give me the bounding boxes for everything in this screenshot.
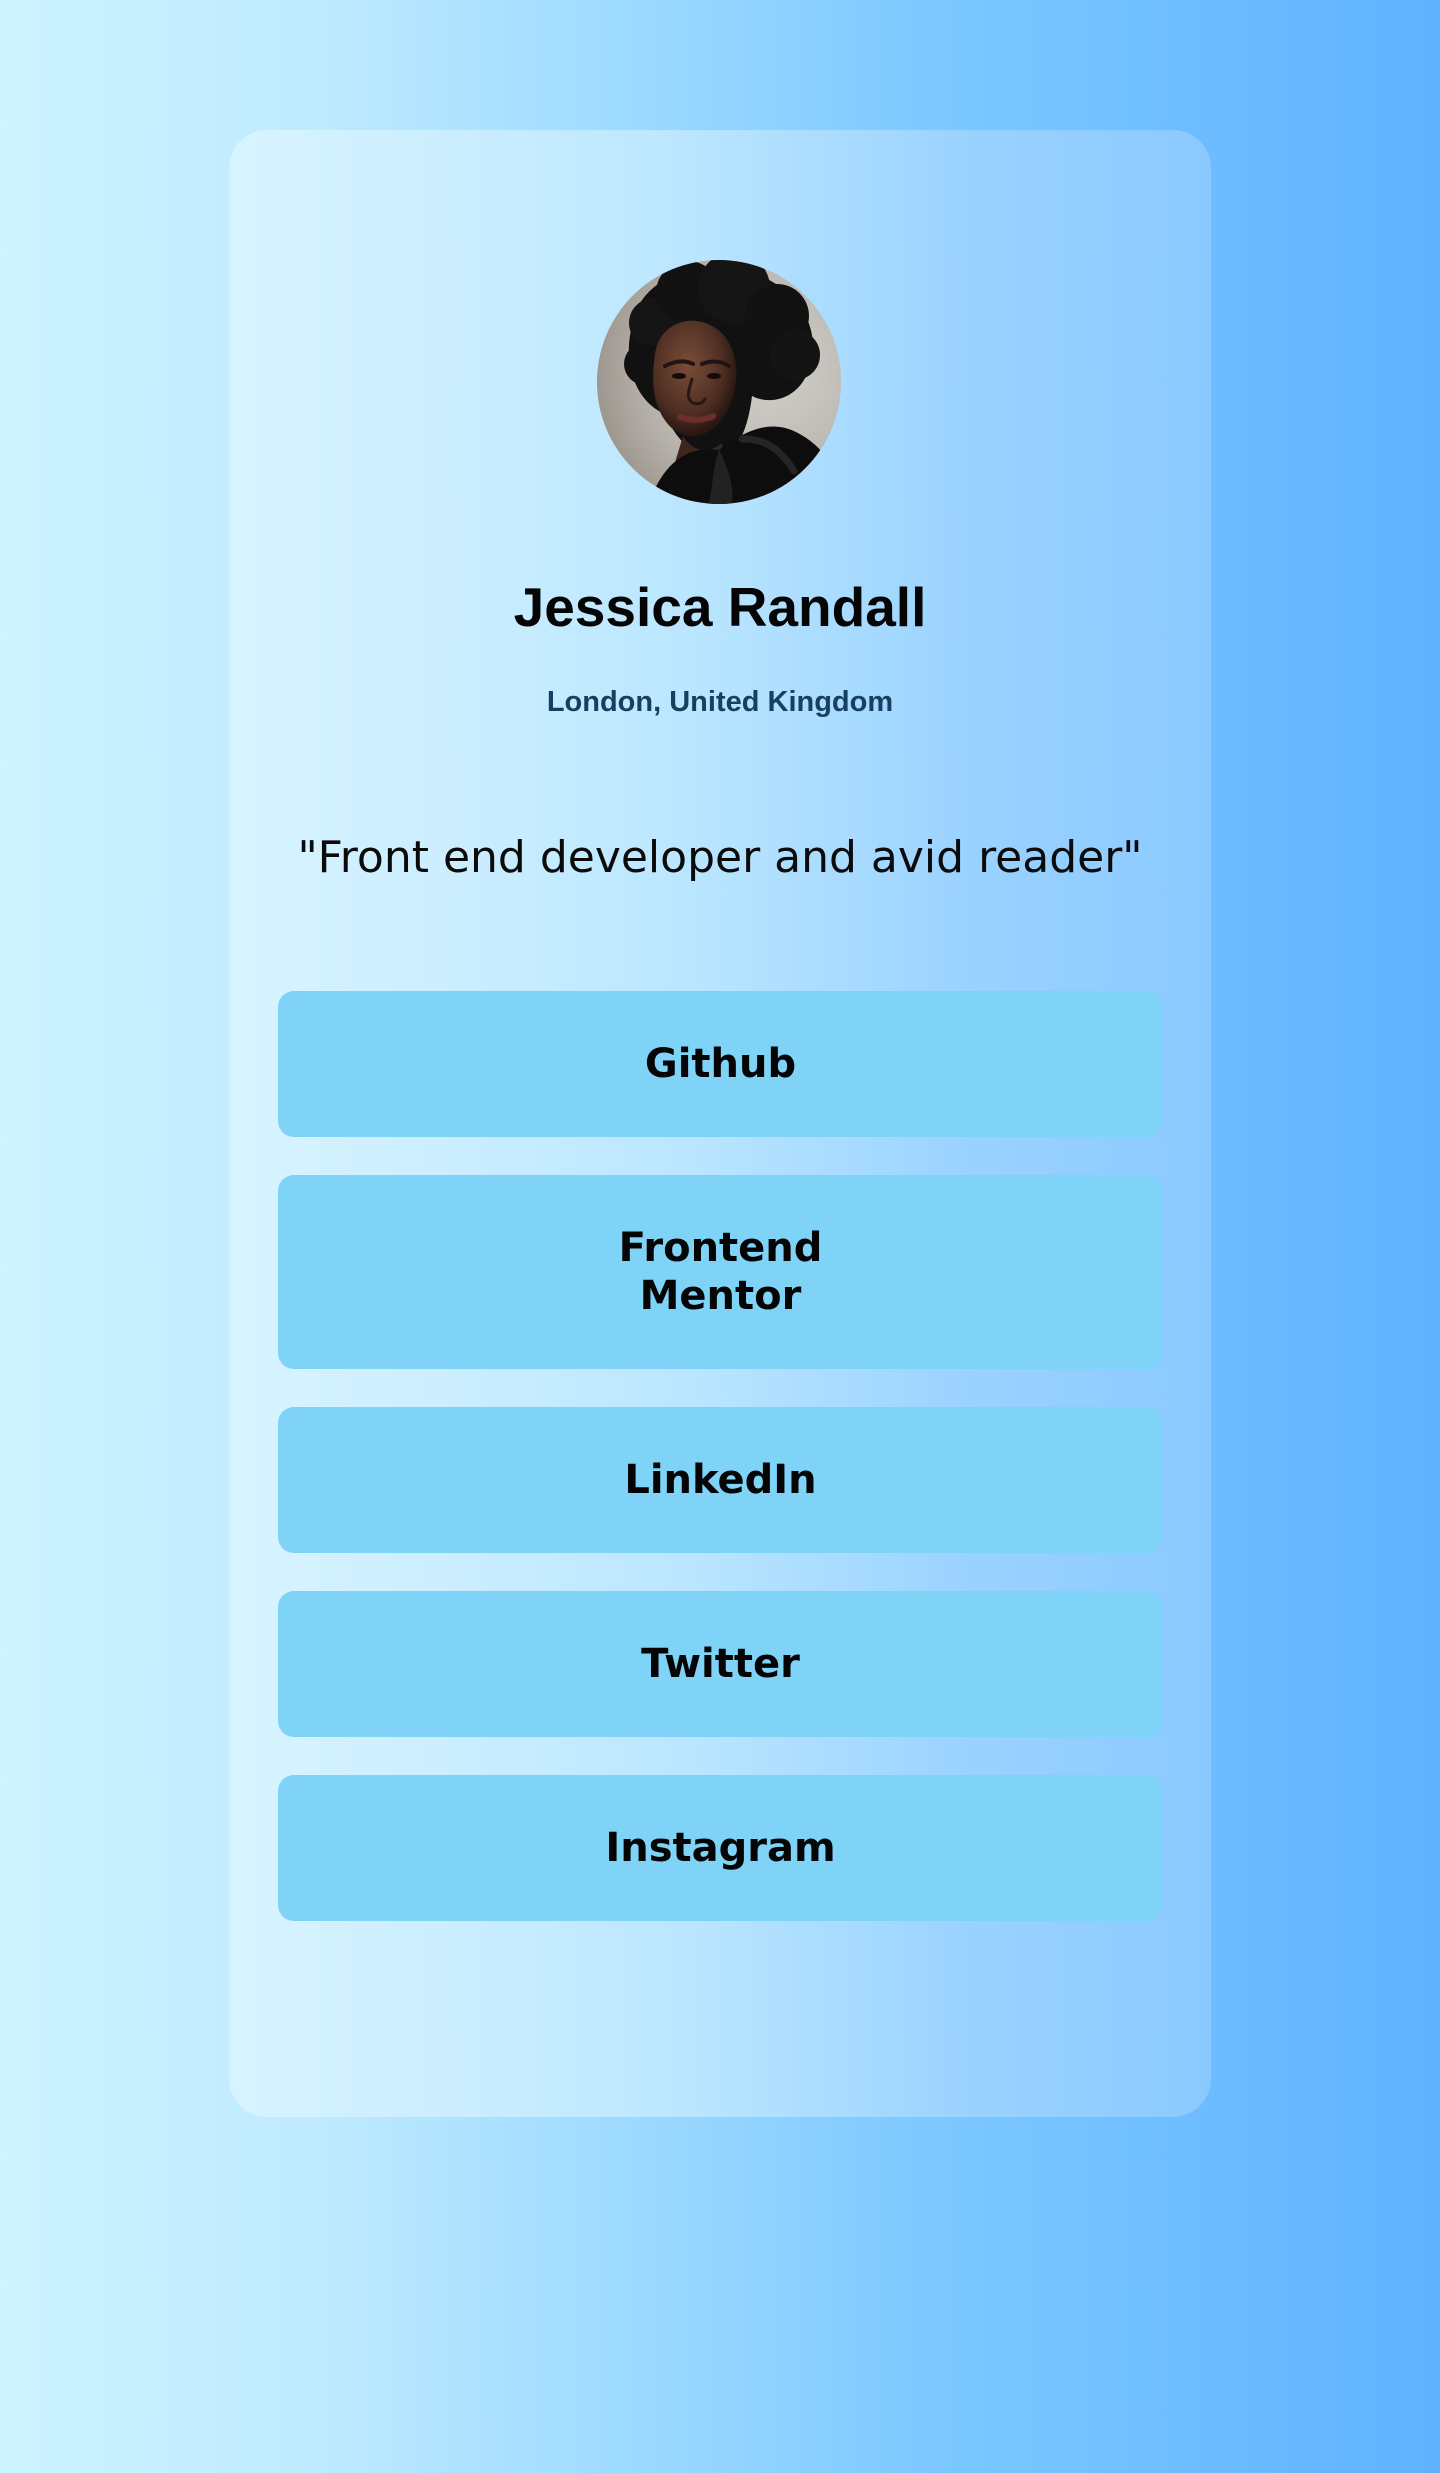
- profile-card: Jessica Randall London, United Kingdom "…: [229, 130, 1211, 2117]
- linkedin-link-button[interactable]: LinkedIn: [278, 1407, 1163, 1553]
- avatar-portrait-icon: [597, 260, 841, 504]
- instagram-link-button[interactable]: Instagram: [278, 1775, 1163, 1921]
- instagram-link-label: Instagram: [605, 1825, 836, 1871]
- linkedin-link-label: LinkedIn: [624, 1457, 817, 1503]
- twitter-link-label: Twitter: [641, 1641, 800, 1687]
- social-links: Github Frontend Mentor LinkedIn Twitter …: [278, 991, 1163, 1959]
- profile-name: Jessica Randall: [513, 576, 927, 638]
- github-link-button[interactable]: Github: [278, 991, 1163, 1137]
- frontend-mentor-link-label: Frontend Mentor: [618, 1225, 823, 1319]
- profile-location: London, United Kingdom: [546, 686, 894, 718]
- github-link-label: Github: [644, 1041, 797, 1087]
- twitter-link-button[interactable]: Twitter: [278, 1591, 1163, 1737]
- profile-bio: "Front end developer and avid reader": [297, 832, 1143, 883]
- profile-avatar: [597, 260, 841, 504]
- frontend-mentor-link-button[interactable]: Frontend Mentor: [278, 1175, 1163, 1369]
